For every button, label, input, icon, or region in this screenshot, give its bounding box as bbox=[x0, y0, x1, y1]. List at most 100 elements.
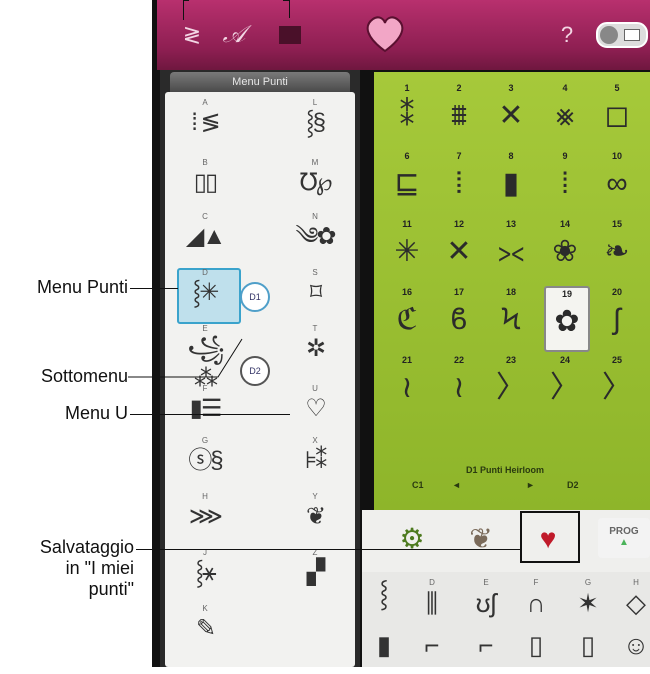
script-a-icon[interactable]: 𝒜 bbox=[217, 18, 251, 52]
menu-item-g[interactable]: Gⓢ§ bbox=[180, 436, 230, 480]
strip-lower-item[interactable]: ▮ bbox=[362, 630, 406, 674]
stitch-17[interactable]: 17 ϐ bbox=[438, 286, 480, 348]
stitch-icon: ≀ bbox=[453, 371, 465, 404]
stitch-icon: 〉 bbox=[550, 371, 580, 404]
stitch-21[interactable]: 21 ≀ bbox=[386, 354, 428, 416]
toggle-plug bbox=[624, 29, 640, 41]
stitch-7[interactable]: 7 ⦙ bbox=[438, 150, 480, 212]
stitch-4[interactable]: 4 ⨳ bbox=[544, 82, 586, 144]
strip-item-icon: ⫼ bbox=[426, 588, 438, 618]
stitch-icon: ❧ bbox=[604, 235, 630, 268]
callout-salvataggio-line3: punti" bbox=[88, 579, 134, 599]
zigzag-icon[interactable]: ≷ bbox=[177, 18, 207, 52]
strip-item-letter: H bbox=[633, 578, 639, 587]
stitch-25[interactable]: 25 〉 bbox=[596, 354, 638, 416]
strip-lower-item[interactable]: ⌐ bbox=[410, 630, 454, 674]
strip-lower-item[interactable]: ▯ bbox=[514, 630, 558, 674]
menu-item-s[interactable]: S ⌑ bbox=[290, 268, 340, 312]
menu-item-icon: ⸾§ bbox=[306, 109, 326, 136]
strip-item-partial[interactable]: ⸾ bbox=[362, 578, 406, 622]
toggle-icon[interactable] bbox=[594, 18, 650, 52]
menu-item-icon: ▯▯ bbox=[193, 169, 218, 196]
square-icon[interactable] bbox=[273, 18, 307, 52]
menu-item-b[interactable]: B ▯▯ bbox=[180, 158, 230, 202]
menu-item-f[interactable]: F ▮☰ bbox=[180, 384, 230, 428]
stitch-3[interactable]: 3 ✕ bbox=[490, 82, 532, 144]
stitch-2[interactable]: 2 ⩩ bbox=[438, 82, 480, 144]
strip-lower-item[interactable]: ▯ bbox=[566, 630, 610, 674]
prog-button[interactable]: PROG ▲ bbox=[598, 518, 650, 558]
menu-item-letter: L bbox=[312, 98, 318, 107]
prev-arrow-icon[interactable]: ◄ bbox=[452, 480, 461, 490]
stitch-icon: ❀ bbox=[552, 235, 578, 268]
stitch-number: 3 bbox=[508, 83, 514, 93]
menu-item-l[interactable]: L ⸾§ bbox=[290, 98, 340, 142]
stitch-9[interactable]: 9 ⁞ bbox=[544, 150, 586, 212]
stitch-14[interactable]: 14 ❀ bbox=[544, 218, 586, 280]
callout-line-menu-punti bbox=[130, 288, 178, 289]
strip-item-e[interactable]: Eʊʃ bbox=[464, 578, 508, 622]
menu-item-d[interactable]: D ⸾✳ bbox=[180, 268, 230, 312]
strip-item-g[interactable]: G ✶ bbox=[566, 578, 610, 622]
stitch-13[interactable]: 13 ⪥ bbox=[490, 218, 532, 280]
menu-item-j[interactable]: J ⸾⚹ bbox=[180, 548, 230, 592]
submenu-d1-button[interactable]: D1 bbox=[240, 282, 270, 312]
stitch-number: 4 bbox=[562, 83, 568, 93]
stitch-8[interactable]: 8 ▮ bbox=[490, 150, 532, 212]
menu-item-t[interactable]: T ✲ bbox=[290, 324, 340, 368]
stitch-6[interactable]: 6 ⊑ bbox=[386, 150, 428, 212]
stitch-11[interactable]: 11 ✳ bbox=[386, 218, 428, 280]
stitch-1[interactable]: 1 ⁑ bbox=[386, 82, 428, 144]
stitch-5[interactable]: 5 ◻ bbox=[596, 82, 638, 144]
stitch-19[interactable]: 19 ✿ bbox=[544, 286, 590, 352]
stitch-number: 10 bbox=[611, 151, 622, 161]
menu-item-x[interactable]: X ⊧⁑ bbox=[290, 436, 340, 480]
stitch-10[interactable]: 10 ∞ bbox=[596, 150, 638, 212]
help-icon[interactable]: ? bbox=[555, 18, 579, 52]
settings-icon[interactable]: ⚙ bbox=[386, 516, 438, 562]
stitch-icon: ≀ bbox=[401, 371, 413, 404]
strip-item-d[interactable]: D ⫼ bbox=[410, 578, 454, 622]
prev-category-label: C1 bbox=[412, 480, 424, 490]
menu-item-h[interactable]: H ⋙ bbox=[180, 492, 230, 536]
stitch-number: 9 bbox=[562, 151, 568, 161]
menu-item-letter: Y bbox=[312, 492, 318, 501]
stitch-icon: 〉 bbox=[496, 371, 526, 404]
stitch-icon: Ϟ bbox=[501, 303, 521, 336]
stitch-icon: ℭ bbox=[396, 303, 418, 336]
stitch-16[interactable]: 16 ℭ bbox=[386, 286, 428, 348]
pattern-icon[interactable]: ❦ bbox=[455, 516, 507, 562]
stitch-23[interactable]: 23 〉 bbox=[490, 354, 532, 416]
heart-icon[interactable] bbox=[357, 12, 413, 56]
stitch-18[interactable]: 18 Ϟ bbox=[490, 286, 532, 348]
menu-item-letter: M bbox=[311, 158, 319, 167]
stitch-20[interactable]: 20 ʃ bbox=[596, 286, 638, 348]
strip-item-h[interactable]: H ◇ bbox=[614, 578, 650, 622]
strip-item-f[interactable]: F ∩ bbox=[514, 578, 558, 622]
menu-item-letter: D bbox=[202, 268, 208, 277]
stitch-icon: ✿ bbox=[554, 305, 580, 338]
stitch-12[interactable]: 12 ✕ bbox=[438, 218, 480, 280]
stitch-menu-title: Menu Punti bbox=[170, 72, 350, 92]
menu-item-u[interactable]: U ♡ bbox=[290, 384, 340, 428]
menu-item-icon: ▮☰ bbox=[189, 395, 223, 422]
menu-item-k[interactable]: K ✎ bbox=[180, 604, 230, 648]
menu-item-y[interactable]: Y ❦ bbox=[290, 492, 340, 536]
menu-item-letter: A bbox=[202, 98, 208, 107]
strip-lower-item[interactable]: ⌐ bbox=[464, 630, 508, 674]
strip-lower-item[interactable]: ☺ bbox=[614, 630, 650, 674]
menu-item-a[interactable]: A ⁞ ≶ bbox=[180, 98, 230, 142]
stitch-22[interactable]: 22 ≀ bbox=[438, 354, 480, 416]
menu-item-m[interactable]: M ℧℘ bbox=[290, 158, 340, 202]
stitch-number: 22 bbox=[453, 355, 464, 365]
menu-item-n[interactable]: N ༄✿ bbox=[290, 212, 340, 256]
toggle-knob bbox=[600, 26, 618, 44]
menu-item-z[interactable]: Z ▞ bbox=[290, 548, 340, 592]
next-arrow-icon[interactable]: ► bbox=[526, 480, 535, 490]
menu-item-c[interactable]: C ◢▲ bbox=[180, 212, 230, 256]
stitch-15[interactable]: 15 ❧ bbox=[596, 218, 638, 280]
stitch-number: 12 bbox=[453, 219, 464, 229]
stitch-icon: ✕ bbox=[446, 235, 472, 268]
stitch-24[interactable]: 24 〉 bbox=[544, 354, 586, 416]
callout-line-sottomenu bbox=[128, 338, 243, 378]
